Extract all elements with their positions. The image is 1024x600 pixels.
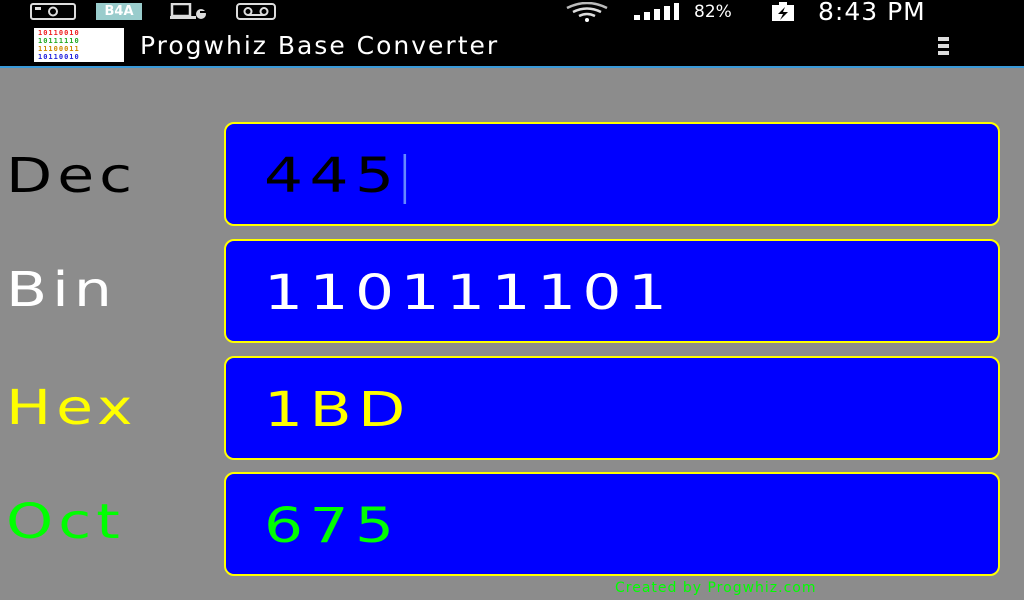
footer-credit: Created by Progwhiz.com	[615, 580, 817, 596]
battery-charging-icon	[772, 2, 794, 21]
clock: 8:43 PM	[818, 0, 926, 26]
logo-line: 10110010	[38, 53, 80, 61]
logo-line: 10111110	[38, 37, 80, 45]
bin-input-value: 110111101	[264, 265, 674, 321]
dec-label: Dec	[6, 148, 138, 204]
overflow-menu-button[interactable]	[930, 32, 958, 60]
text-cursor	[403, 154, 406, 204]
logo-line: 11100011	[38, 45, 80, 53]
hex-field[interactable]: 1BD	[224, 356, 1000, 460]
status-bar: B4A 82% 8:43 PM	[0, 0, 1024, 24]
app-title: Progwhiz Base Converter	[140, 31, 500, 60]
app-logo: 10110010 10111110 11100011 10110010	[34, 28, 124, 62]
oct-label: Oct	[6, 494, 125, 550]
overflow-menu-icon-bar	[938, 44, 949, 48]
voicemail-icon	[236, 3, 276, 20]
dec-input-value: 445	[264, 148, 401, 204]
overflow-menu-icon-bar	[938, 51, 949, 55]
dec-field[interactable]: 445	[224, 122, 1000, 226]
oct-field[interactable]: 675	[224, 472, 1000, 576]
photo-notification-icon	[30, 3, 76, 20]
hex-label: Hex	[6, 380, 138, 436]
app-bar: 10110010 10111110 11100011 10110010 Prog…	[0, 24, 1024, 68]
b4a-badge-icon: B4A	[96, 3, 142, 20]
oct-input-value: 675	[264, 498, 401, 554]
bin-label: Bin	[6, 262, 117, 318]
hex-input-value: 1BD	[264, 382, 412, 438]
bin-field[interactable]: 110111101	[224, 239, 1000, 343]
overflow-menu-icon	[938, 37, 949, 41]
battery-percent: 82%	[694, 2, 732, 22]
signal-icon	[634, 3, 679, 20]
logo-line: 10110010	[38, 29, 80, 37]
usb-debug-icon	[170, 3, 206, 19]
wifi-icon	[566, 2, 608, 22]
dec-value-wrap: 445	[264, 124, 406, 224]
